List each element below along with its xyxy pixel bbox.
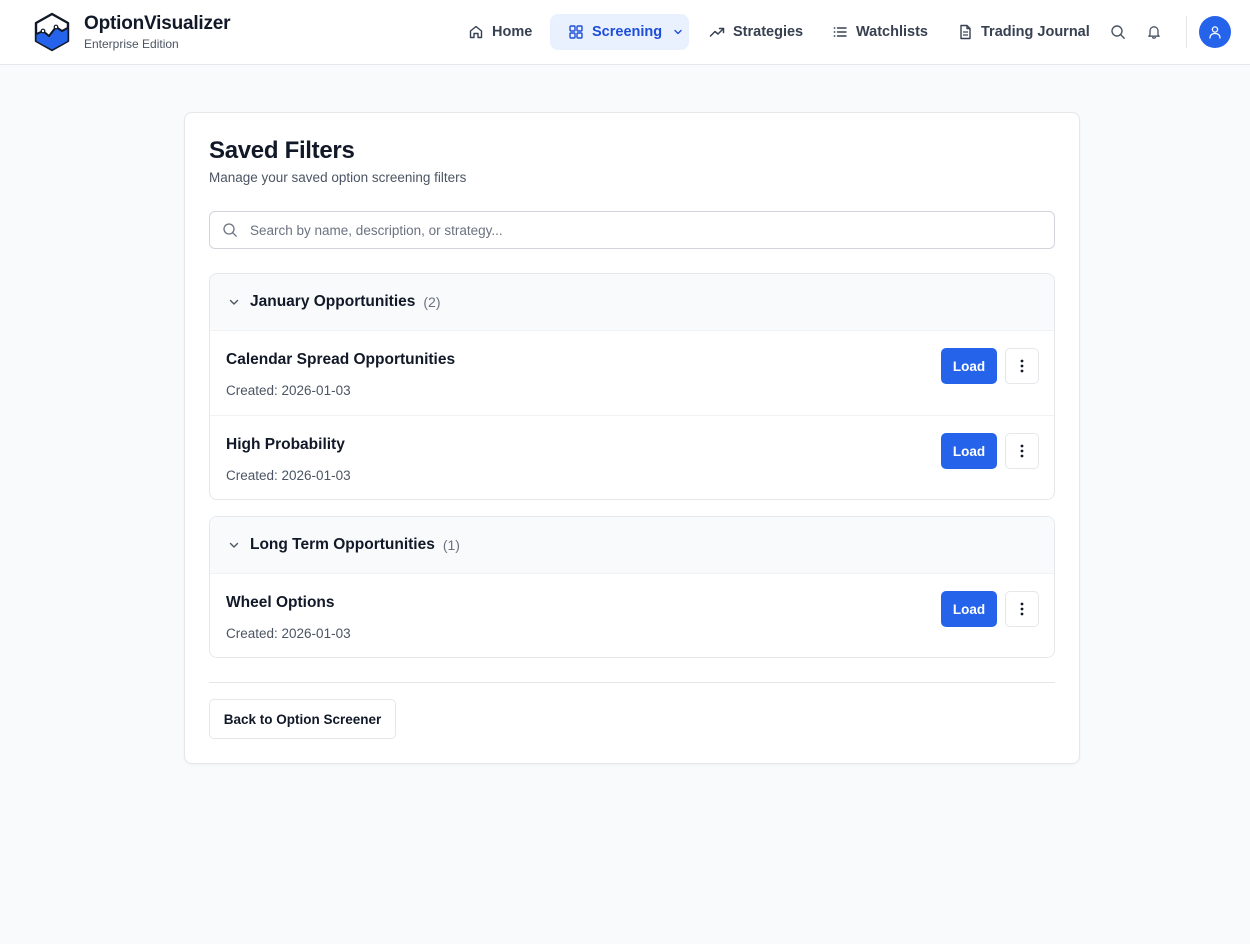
more-vertical-icon [1020,444,1024,458]
group-name: January Opportunities [250,293,416,310]
filter-created-date: Created: 2026-01-03 [226,626,351,641]
page-subtitle: Manage your saved option screening filte… [209,170,467,185]
filter-search-input[interactable] [250,222,1054,238]
notifications-button[interactable] [1142,20,1166,44]
bell-icon [1148,26,1160,39]
nav-item-screening[interactable]: Screening [550,14,689,50]
header-search-button[interactable] [1106,20,1130,44]
filter-search-box[interactable] [209,211,1055,249]
nav-item-trading-journal[interactable]: Trading Journal [939,14,1108,50]
header-divider [1186,16,1187,48]
filter-group-january-opportunities: January Opportunities (2) Calendar Sprea… [209,273,1055,500]
more-options-button[interactable] [1005,348,1039,384]
document-icon [960,24,971,40]
chevron-down-icon [674,29,682,35]
more-options-button[interactable] [1005,433,1039,469]
nav-item-home[interactable]: Home [450,14,550,50]
more-vertical-icon [1020,602,1024,616]
group-count: (1) [442,537,460,553]
load-button[interactable]: Load [941,433,997,469]
search-icon [1111,25,1125,39]
user-avatar-button[interactable] [1199,16,1231,48]
nav-item-strategies[interactable]: Strategies [691,14,821,50]
group-name: Long Term Opportunities [250,536,435,553]
hexagon-chart-logo-icon [34,12,70,52]
chevron-down-icon [229,299,239,305]
nav-item-label: Watchlists [856,24,928,40]
home-icon [469,25,483,39]
grid-icon [569,25,583,39]
user-icon [1209,26,1221,39]
nav-item-label: Strategies [733,24,804,40]
nav-item-label: Home [492,24,533,40]
group-count: (2) [423,294,441,310]
filter-created-date: Created: 2026-01-03 [226,383,351,398]
trending-up-icon [709,27,725,37]
filter-row: Calendar Spread Opportunities Created: 2… [210,330,1054,415]
more-vertical-icon [1020,359,1024,373]
filter-row: Wheel Options Created: 2026-01-03 Load [210,573,1054,657]
filter-created-date: Created: 2026-01-03 [226,468,351,483]
chevron-down-icon [229,542,239,548]
group-header[interactable]: Long Term Opportunities (1) [210,517,1054,573]
list-icon [833,27,847,37]
saved-filters-card: Saved Filters Manage your saved option s… [184,112,1080,764]
app-name: OptionVisualizer [84,13,231,34]
nav-item-label: Screening [592,24,663,40]
more-options-button[interactable] [1005,591,1039,627]
load-button[interactable]: Load [941,348,997,384]
filter-row: High Probability Created: 2026-01-03 Loa… [210,415,1054,499]
group-header[interactable]: January Opportunities (2) [210,274,1054,330]
back-to-option-screener-button[interactable]: Back to Option Screener [209,699,396,739]
load-button[interactable]: Load [941,591,997,627]
top-navigation-bar: OptionVisualizer Enterprise Edition Home… [0,0,1250,65]
filter-group-long-term-opportunities: Long Term Opportunities (1) Wheel Option… [209,516,1055,658]
nav-item-watchlists[interactable]: Watchlists [814,14,946,50]
filter-name: Wheel Options [226,594,335,611]
search-icon [223,223,237,237]
filter-name: Calendar Spread Opportunities [226,351,456,368]
filter-name: High Probability [226,436,345,453]
footer-divider [209,682,1055,683]
nav-item-label: Trading Journal [981,24,1090,40]
page-title: Saved Filters [209,137,355,164]
brand[interactable]: OptionVisualizer Enterprise Edition [32,12,231,52]
app-edition: Enterprise Edition [84,37,179,51]
